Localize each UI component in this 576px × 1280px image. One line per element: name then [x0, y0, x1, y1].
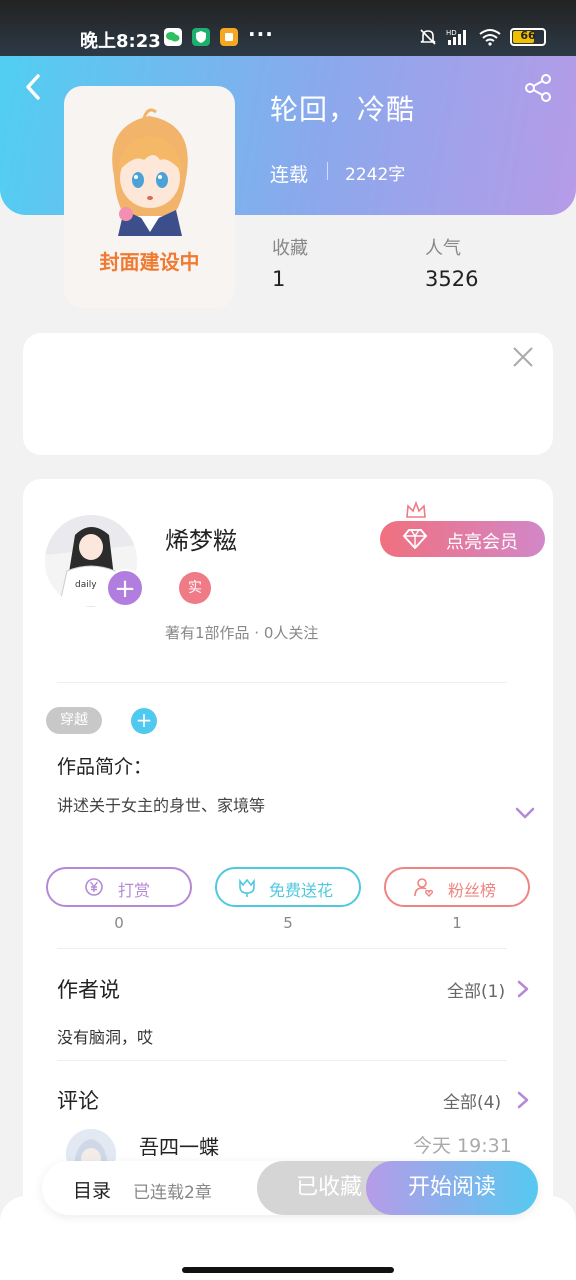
author-meta: 著有1部作品 · 0人关注 — [165, 624, 319, 642]
crown-icon — [406, 501, 426, 518]
close-icon — [513, 347, 533, 367]
verified-badge: 实 — [179, 572, 211, 604]
tip-label: 打赏 — [118, 881, 151, 900]
share-button[interactable] — [522, 72, 554, 104]
toc-button[interactable]: 目录 — [73, 1176, 111, 1203]
send-flower-button[interactable]: 免费送花 — [215, 867, 361, 907]
battery-level: 66 — [520, 29, 536, 42]
share-icon — [525, 74, 551, 102]
divider — [57, 682, 507, 683]
fan-ranking-label: 粉丝榜 — [448, 881, 497, 900]
expand-intro-button[interactable] — [513, 804, 537, 822]
author-name: 烯梦糍 — [165, 527, 237, 555]
divider — [57, 948, 507, 949]
svg-text:HD: HD — [446, 29, 457, 37]
yen-coin-icon — [85, 878, 103, 896]
comments-title: 评论 — [57, 1089, 99, 1113]
author-say-title: 作者说 — [57, 978, 120, 1002]
user-heart-icon — [414, 878, 434, 897]
author-say-text: 没有脑洞，哎 — [57, 1028, 154, 1047]
chevron-right-icon[interactable] — [516, 979, 530, 999]
wechat-icon — [164, 28, 182, 46]
wifi-icon — [479, 29, 501, 46]
home-indicator[interactable] — [182, 1267, 394, 1273]
divider — [57, 1060, 507, 1061]
cover-placeholder-text: 封面建设中 — [99, 250, 200, 274]
security-app-icon — [192, 28, 210, 46]
popularity-value: 3526 — [425, 267, 479, 291]
tip-count: 0 — [114, 914, 124, 932]
send-flower-label: 免费送花 — [269, 881, 334, 900]
battery-icon: 66 — [510, 28, 546, 46]
serial-status: 连载 — [270, 164, 309, 186]
diamond-icon — [402, 529, 428, 549]
fan-count: 1 — [452, 914, 462, 932]
commenter-name: 吾四一蝶 — [139, 1135, 219, 1159]
book-cover[interactable]: 封面建设中 — [64, 86, 235, 308]
close-button[interactable] — [511, 345, 535, 369]
status-divider — [327, 162, 328, 180]
favorites-value: 1 — [272, 267, 286, 291]
flower-icon — [239, 878, 255, 897]
popularity-label: 人气 — [425, 238, 461, 259]
book-title: 轮回，冷酷 — [270, 93, 416, 126]
tip-button[interactable]: 打赏 — [46, 867, 192, 907]
ad-card — [23, 333, 553, 455]
word-count: 2242字 — [345, 165, 406, 185]
vip-button-label: 点亮会员 — [446, 532, 518, 553]
signal-icon: HD — [446, 29, 466, 45]
notes-app-icon — [220, 28, 238, 46]
status-bar: 晚上8:23 ··· HD 66 — [0, 0, 576, 56]
follow-author-button[interactable]: + — [106, 569, 144, 607]
system-icons: HD 66 — [418, 27, 546, 47]
cover-illustration — [112, 108, 188, 236]
chapter-count[interactable]: 已连载2章 — [133, 1178, 212, 1203]
chevron-right-icon[interactable] — [516, 1090, 530, 1110]
fan-ranking-button[interactable]: 粉丝榜 — [384, 867, 530, 907]
more-notifications-icon: ··· — [248, 22, 274, 46]
flower-count: 5 — [283, 914, 293, 932]
intro-heading: 作品简介： — [57, 756, 153, 778]
status-time: 晚上8:23 — [80, 31, 161, 52]
add-tag-button[interactable]: + — [131, 708, 157, 734]
favorites-label: 收藏 — [272, 238, 308, 259]
chevron-left-icon — [26, 74, 40, 100]
genre-tag[interactable]: 穿越 — [46, 707, 102, 734]
intro-text: 讲述关于女主的身世、家境等 — [57, 796, 266, 815]
chevron-down-icon — [515, 807, 535, 819]
comment-time: 今天 19:31 — [413, 1135, 512, 1157]
vip-button[interactable]: 点亮会员 — [380, 501, 545, 557]
svg-text:daily: daily — [75, 580, 97, 590]
back-button[interactable] — [20, 70, 50, 104]
comments-all-link[interactable]: 全部(4) — [443, 1088, 501, 1113]
author-say-all-link[interactable]: 全部(1) — [447, 977, 505, 1002]
start-reading-button[interactable]: 开始阅读 — [366, 1161, 538, 1215]
mute-bell-icon — [420, 29, 436, 45]
